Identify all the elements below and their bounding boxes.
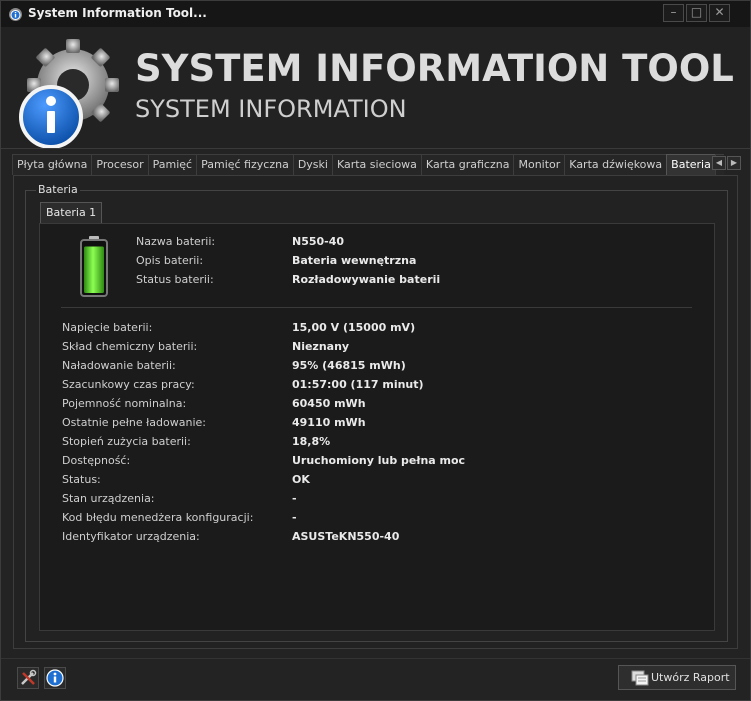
battery-detail-label: Szacunkowy czas pracy:: [62, 378, 195, 391]
footer-divider: [1, 658, 750, 659]
battery-summary-label: Opis baterii:: [136, 254, 204, 267]
battery-detail-row: Szacunkowy czas pracy: 01:57:00 (117 minu…: [40, 378, 710, 394]
battery-detail-label: Naładowanie baterii:: [62, 359, 176, 372]
maximize-button[interactable]: □: [686, 4, 707, 22]
title-bar[interactable]: System Information Tool... – □ ✕: [1, 1, 750, 27]
battery-detail-label: Stan urządzenia:: [62, 492, 155, 505]
details-divider: [61, 307, 692, 308]
battery-detail-label: Dostępność:: [62, 454, 131, 467]
report-button-label: Utwórz Raport: [651, 671, 730, 684]
tab-physical-memory[interactable]: Pamięć fizyczna: [196, 154, 294, 175]
battery-detail-label: Pojemność nominalna:: [62, 397, 187, 410]
battery-detail-value: 18,8%: [292, 435, 331, 448]
create-report-button[interactable]: Utwórz Raport: [618, 665, 736, 690]
header-subtitle: SYSTEM INFORMATION: [135, 95, 407, 123]
battery-detail-value: -: [292, 511, 297, 524]
tab-scroll-left-button[interactable]: ◀: [712, 156, 726, 170]
header-title: SYSTEM INFORMATION TOOL: [135, 47, 734, 90]
battery-summary-label: Nazwa baterii:: [136, 235, 216, 248]
battery-detail-label: Identyfikator urządzenia:: [62, 530, 200, 543]
battery-detail-row: Naładowanie baterii: 95% (46815 mWh): [40, 359, 710, 375]
battery-detail-row: Stopień zużycia baterii: 18,8%: [40, 435, 710, 451]
battery-detail-value: Nieznany: [292, 340, 350, 353]
battery-detail-row: Stan urządzenia: -: [40, 492, 710, 508]
app-gear-icon: [9, 8, 22, 21]
battery-summary-row: Status baterii: Rozładowywanie baterii: [40, 273, 710, 289]
battery-detail-value: Uruchomiony lub pełna moc: [292, 454, 466, 467]
battery-detail-row: Skład chemiczny baterii: Nieznany: [40, 340, 710, 356]
window-title: System Information Tool...: [28, 6, 207, 20]
battery-detail-label: Stopień zużycia baterii:: [62, 435, 191, 448]
battery-detail-value: 95% (46815 mWh): [292, 359, 406, 372]
battery-detail-value: 01:57:00 (117 minut): [292, 378, 424, 391]
app-window: System Information Tool... – □ ✕ SYSTEM …: [0, 0, 751, 701]
battery-detail-row: Ostatnie pełne ładowanie: 49110 mWh: [40, 416, 710, 432]
header-divider: [1, 148, 750, 149]
battery-detail-value: 15,00 V (15000 mV): [292, 321, 416, 334]
tab-monitor[interactable]: Monitor: [513, 154, 566, 175]
battery-summary-value: Rozładowywanie baterii: [292, 273, 441, 286]
battery-detail-row: Status: OK: [40, 473, 710, 489]
tools-icon: [21, 669, 37, 685]
battery-detail-row: Dostępność: Uruchomiony lub pełna moc: [40, 454, 710, 470]
report-icon: [631, 670, 649, 686]
battery-detail-label: Ostatnie pełne ładowanie:: [62, 416, 206, 429]
battery-summary-value: N550-40: [292, 235, 345, 248]
battery-detail-value: -: [292, 492, 297, 505]
battery-detail-value: OK: [292, 473, 310, 486]
battery-details-panel: Nazwa baterii: N550-40 Opis baterii: Bateri…: [39, 223, 715, 631]
tab-sound[interactable]: Karta dźwiękowa: [564, 154, 668, 175]
tab-disks[interactable]: Dyski: [292, 154, 333, 175]
battery-summary-row: Nazwa baterii: N550-40: [40, 235, 710, 251]
tab-panel: Bateria Bateria 1 Nazwa baterii: N550-40…: [13, 175, 738, 649]
battery-detail-row: Kod błędu menedżera konfiguracji: -: [40, 511, 710, 527]
tab-scroll-right-button[interactable]: ▶: [727, 156, 741, 170]
battery-detail-label: Kod błędu menedżera konfiguracji:: [62, 511, 254, 524]
tab-cpu[interactable]: Procesor: [91, 154, 149, 175]
battery-detail-label: Napięcie baterii:: [62, 321, 153, 334]
battery-detail-row: Napięcie baterii: 15,00 V (15000 mV): [40, 321, 710, 337]
battery-summary-label: Status baterii:: [136, 273, 214, 286]
info-icon: [46, 669, 64, 687]
tab-network[interactable]: Karta sieciowa: [331, 154, 422, 175]
minimize-button[interactable]: –: [663, 4, 684, 22]
battery-group: Bateria Bateria 1 Nazwa baterii: N550-40…: [25, 183, 728, 642]
battery-detail-value: 49110 mWh: [292, 416, 366, 429]
battery-detail-row: Pojemność nominalna: 60450 mWh: [40, 397, 710, 413]
tab-memory[interactable]: Pamięć: [147, 154, 198, 175]
subtab-battery-1[interactable]: Bateria 1: [40, 202, 103, 223]
battery-detail-label: Status:: [62, 473, 101, 486]
battery-detail-value: ASUSTeKN550-40: [292, 530, 400, 543]
battery-summary-value: Bateria wewnętrzna: [292, 254, 417, 267]
app-header: SYSTEM INFORMATION TOOL SYSTEM INFORMATI…: [1, 27, 750, 149]
tab-battery[interactable]: Bateria: [666, 154, 716, 175]
group-label: Bateria: [36, 183, 80, 196]
tab-motherboard[interactable]: Płyta główna: [12, 154, 93, 175]
battery-summary-row: Opis baterii: Bateria wewnętrzna: [40, 254, 710, 270]
close-button[interactable]: ✕: [709, 4, 730, 22]
tab-graphics[interactable]: Karta graficzna: [420, 154, 515, 175]
about-button[interactable]: [44, 667, 66, 689]
battery-detail-row: Identyfikator urządzenia: ASUSTeKN550-40: [40, 530, 710, 546]
tools-button[interactable]: [17, 667, 39, 689]
battery-detail-label: Skład chemiczny baterii:: [62, 340, 198, 353]
tab-strip: Płyta główna Procesor Pamięć Pamięć fizyczn…: [12, 154, 724, 175]
battery-detail-value: 60450 mWh: [292, 397, 366, 410]
app-logo-icon: [19, 39, 119, 149]
